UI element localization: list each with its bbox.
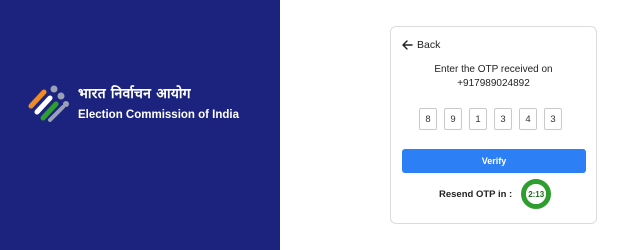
brand-title-hindi: भारत निर्वाचन आयोग bbox=[78, 85, 191, 102]
back-button[interactable]: Back bbox=[401, 39, 440, 51]
otp-digit-input[interactable]: 3 bbox=[494, 108, 512, 130]
arrow-left-icon bbox=[402, 40, 413, 50]
brand-text: भारत निर्वाचन आयोग Election Commission o… bbox=[78, 84, 239, 121]
back-label: Back bbox=[417, 39, 441, 51]
otp-digit-input[interactable]: 9 bbox=[444, 108, 462, 130]
otp-phone-number: +917989024892 bbox=[457, 78, 530, 89]
otp-message: Enter the OTP received on +917989024892 bbox=[391, 63, 596, 91]
brand-panel: भारत निर्वाचन आयोग Election Commission o… bbox=[0, 0, 280, 250]
otp-card: Back Enter the OTP received on +91798902… bbox=[390, 26, 597, 224]
brand-block: भारत निर्वाचन आयोग Election Commission o… bbox=[26, 80, 239, 124]
timer-value: 2:13 bbox=[528, 189, 545, 199]
otp-input-row: 8 9 1 3 4 3 bbox=[419, 108, 569, 130]
otp-instruction: Enter the OTP received on bbox=[434, 64, 553, 75]
verify-button[interactable]: Verify bbox=[402, 149, 586, 173]
resend-timer: 2:13 bbox=[521, 179, 552, 209]
otp-digit-input[interactable]: 4 bbox=[519, 108, 537, 130]
otp-digit-input[interactable]: 1 bbox=[469, 108, 487, 130]
eci-logo-icon bbox=[28, 85, 69, 122]
otp-digit-input[interactable]: 8 bbox=[419, 108, 437, 130]
brand-title-english: Election Commission of India bbox=[78, 108, 240, 121]
resend-row: Resend OTP in : 2:13 bbox=[439, 179, 552, 209]
otp-digit-input[interactable]: 3 bbox=[544, 108, 562, 130]
resend-label: Resend OTP in : bbox=[439, 188, 513, 200]
